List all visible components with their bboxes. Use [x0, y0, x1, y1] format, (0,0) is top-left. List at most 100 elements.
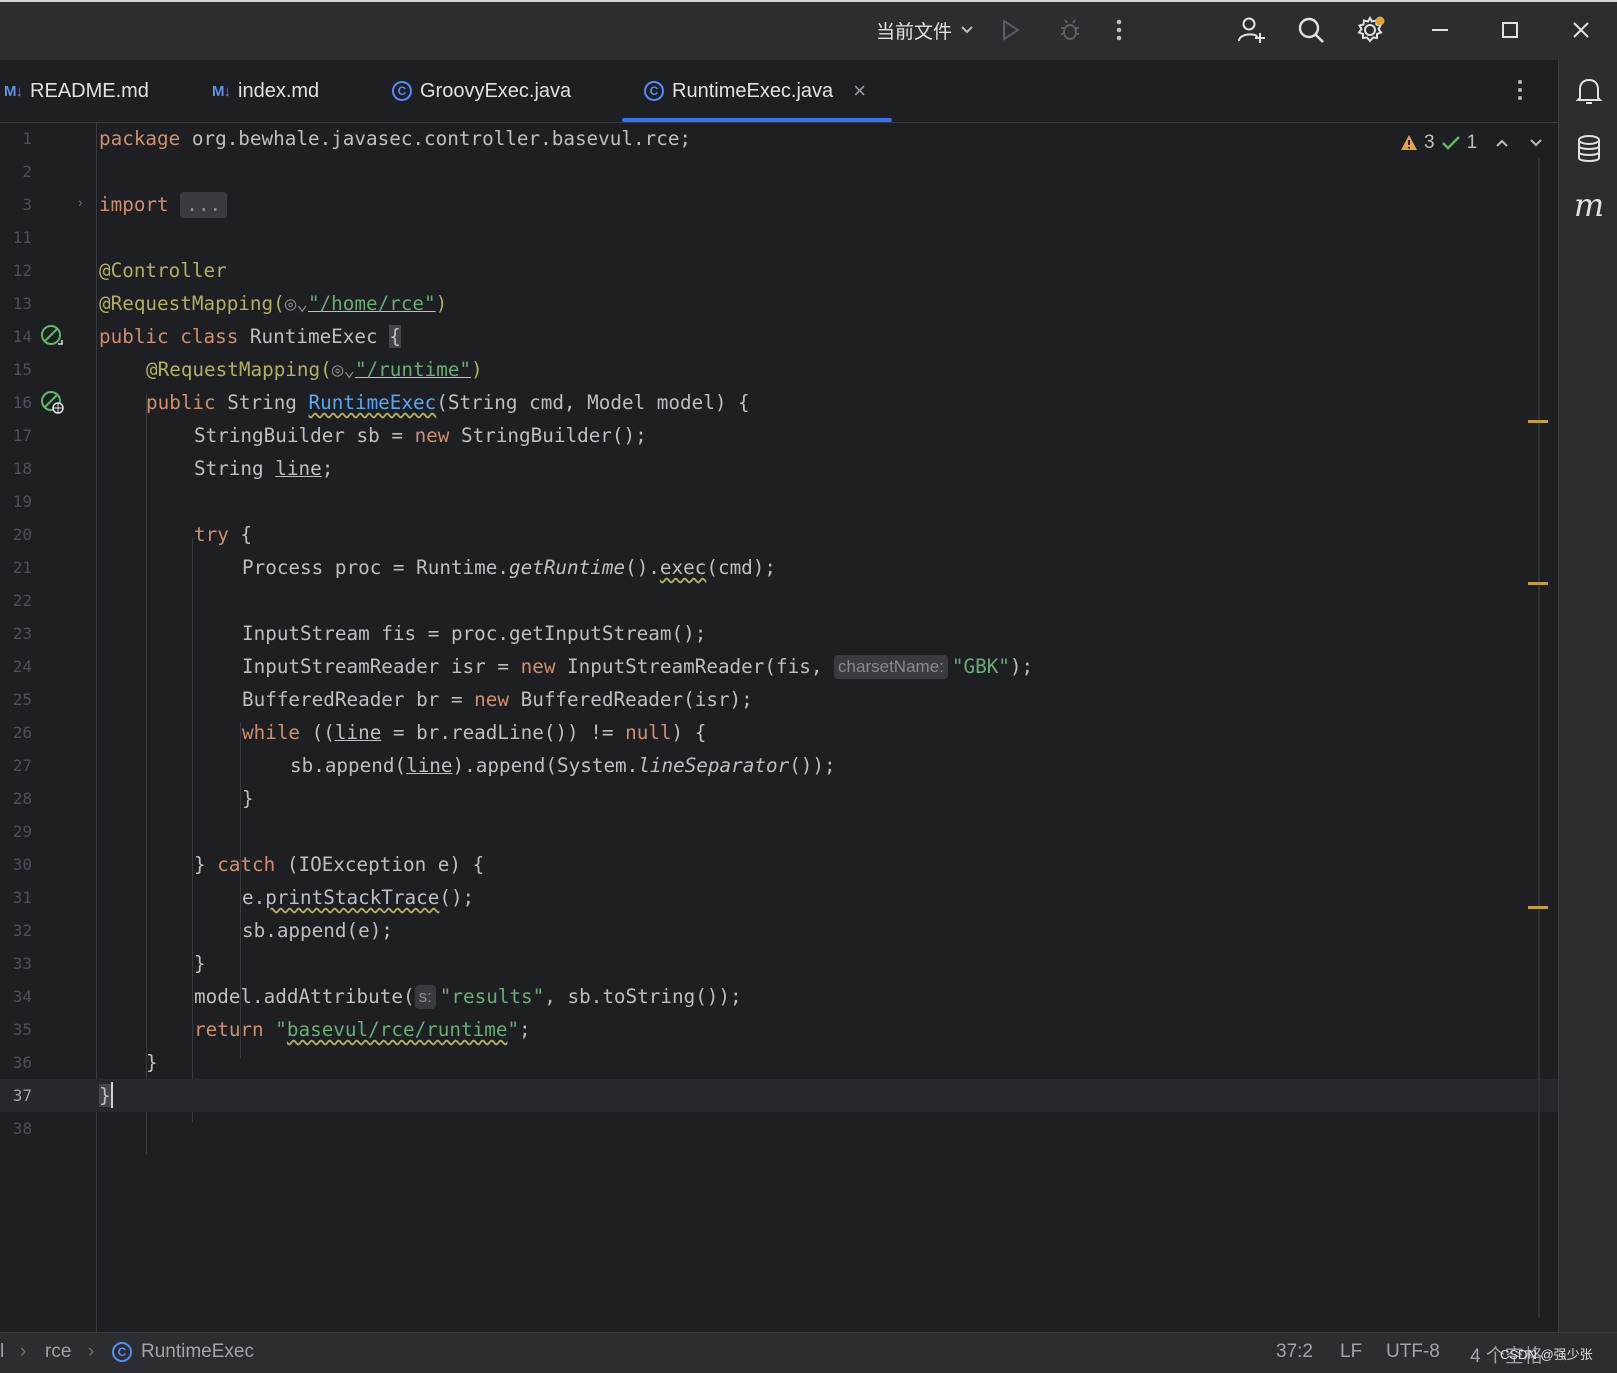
tab-more-icon[interactable]	[1516, 78, 1540, 106]
caret-position[interactable]: 37:2	[1276, 1341, 1313, 1363]
inspections-widget[interactable]: 3 1	[1400, 130, 1543, 156]
code-text: @RequestMapping(◎⌄"/home/rce")	[99, 292, 448, 315]
code-line: 31 e.printStackTrace();	[0, 881, 1558, 914]
breadcrumb-separator-icon: ›	[20, 1341, 27, 1362]
spring-bean-icon[interactable]	[40, 324, 64, 348]
chevron-down-icon[interactable]	[1529, 138, 1543, 148]
warning-count: 3	[1424, 132, 1435, 153]
maximize-icon[interactable]	[1494, 14, 1526, 46]
globe-icon[interactable]: ◎⌄	[285, 292, 308, 315]
code-line: 38	[0, 1112, 1558, 1145]
warning-stripe-marker[interactable]	[1528, 582, 1548, 585]
check-icon	[1441, 136, 1460, 150]
fold-expand-icon[interactable]: ›	[78, 194, 83, 210]
notifications-bell-icon[interactable]	[1572, 74, 1606, 108]
line-number: 28	[12, 789, 32, 808]
code-line: 2	[0, 155, 1558, 188]
add-user-icon[interactable]	[1236, 14, 1268, 46]
code-text: sb.append(line).append(System.lineSepara…	[290, 754, 836, 777]
code-text: sb.append(e);	[242, 919, 393, 942]
code-line: 35 return "basevul/rce/runtime";	[0, 1013, 1558, 1046]
database-icon[interactable]	[1572, 132, 1606, 166]
line-number: 27	[12, 756, 32, 775]
java-class-icon: C	[112, 1342, 132, 1362]
code-text: }	[146, 1051, 158, 1074]
tab-index[interactable]: M↓ index.md	[212, 60, 319, 122]
breadcrumb-class[interactable]: RuntimeExec	[141, 1341, 254, 1363]
line-number: 13	[12, 294, 32, 313]
line-number: 32	[12, 921, 32, 940]
line-number: 37	[12, 1086, 32, 1105]
code-text: BufferedReader br = new BufferedReader(i…	[242, 688, 753, 711]
window-top-edge	[0, 0, 1617, 2]
line-number: 20	[12, 525, 32, 544]
close-tab-icon[interactable]: ×	[853, 78, 866, 104]
code-editor[interactable]: 1 package org.bewhale.javasec.controller…	[0, 122, 1558, 1332]
tab-runtimeexec[interactable]: C RuntimeExec.java ×	[621, 60, 893, 122]
code-text: Process proc = Runtime.getRuntime().exec…	[242, 556, 777, 579]
folded-imports[interactable]: ...	[180, 192, 228, 218]
chevron-up-icon[interactable]	[1495, 138, 1509, 148]
globe-icon[interactable]: ◎⌄	[332, 358, 355, 381]
spring-endpoint-icon[interactable]	[40, 390, 64, 414]
breadcrumb-prefix[interactable]: l	[0, 1341, 4, 1363]
tab-readme[interactable]: M↓ README.md	[4, 60, 149, 122]
minimize-icon[interactable]	[1424, 14, 1456, 46]
java-class-icon: C	[392, 81, 412, 101]
code-line: 23 InputStream fis = proc.getInputStream…	[0, 617, 1558, 650]
code-text: }	[194, 952, 206, 975]
line-number: 30	[12, 855, 32, 874]
code-line: 17 StringBuilder sb = new StringBuilder(…	[0, 419, 1558, 452]
code-line: 12 @Controller	[0, 254, 1558, 287]
breadcrumb-package[interactable]: rce	[45, 1341, 71, 1363]
search-icon[interactable]	[1295, 14, 1327, 46]
run-configuration-dropdown[interactable]: 当前文件	[876, 16, 974, 44]
close-window-icon[interactable]	[1565, 14, 1597, 46]
tab-label: README.md	[30, 79, 149, 102]
markdown-file-icon: M↓	[212, 82, 231, 100]
tab-label: index.md	[238, 79, 320, 102]
line-number: 1	[22, 129, 32, 148]
line-number: 16	[12, 393, 32, 412]
code-line: 3 › import ...	[0, 188, 1558, 221]
line-separator[interactable]: LF	[1340, 1341, 1362, 1363]
line-number: 11	[12, 228, 32, 247]
debug-bug-icon[interactable]	[1054, 14, 1086, 46]
tab-groovyexec[interactable]: C GroovyExec.java	[392, 60, 571, 122]
warning-triangle-icon	[1401, 135, 1417, 150]
code-text: InputStreamReader isr = new InputStreamR…	[242, 655, 1034, 679]
code-line: 20 try {	[0, 518, 1558, 551]
settings-gear-icon[interactable]	[1354, 14, 1386, 46]
code-line: 25 BufferedReader br = new BufferedReade…	[0, 683, 1558, 716]
line-number: 14	[12, 327, 32, 346]
file-encoding[interactable]: UTF-8	[1386, 1341, 1440, 1363]
line-number: 36	[12, 1053, 32, 1072]
code-line: 27 sb.append(line).append(System.lineSep…	[0, 749, 1558, 782]
code-line: 29	[0, 815, 1558, 848]
maven-m-icon[interactable]: m	[1572, 186, 1606, 224]
code-line: 1 package org.bewhale.javasec.controller…	[0, 122, 1558, 155]
code-text: InputStream fis = proc.getInputStream();	[242, 622, 707, 645]
more-vertical-icon[interactable]	[1103, 14, 1135, 46]
code-line: 28 }	[0, 782, 1558, 815]
code-text: }	[242, 787, 254, 810]
warning-stripe-marker[interactable]	[1528, 906, 1548, 909]
line-number: 22	[12, 591, 32, 610]
code-line: 33 }	[0, 947, 1558, 980]
right-tool-strip: m	[1558, 60, 1617, 1332]
code-text: e.printStackTrace();	[242, 886, 475, 909]
code-line: 24 InputStreamReader isr = new InputStre…	[0, 650, 1558, 683]
breadcrumb-separator-icon: ›	[88, 1341, 95, 1362]
line-number: 25	[12, 690, 32, 709]
watermark: CSDN @强少张	[1500, 1347, 1593, 1362]
code-line: 22	[0, 584, 1558, 617]
editor-scrollbar[interactable]	[1538, 158, 1540, 1318]
line-number: 38	[12, 1119, 32, 1138]
warning-stripe-marker[interactable]	[1528, 420, 1548, 423]
line-number: 35	[12, 1020, 32, 1039]
code-text: }	[99, 1082, 113, 1108]
text-caret	[110, 1082, 113, 1108]
java-class-icon: C	[644, 81, 664, 101]
line-number: 34	[12, 987, 32, 1006]
run-icon[interactable]	[994, 14, 1026, 46]
